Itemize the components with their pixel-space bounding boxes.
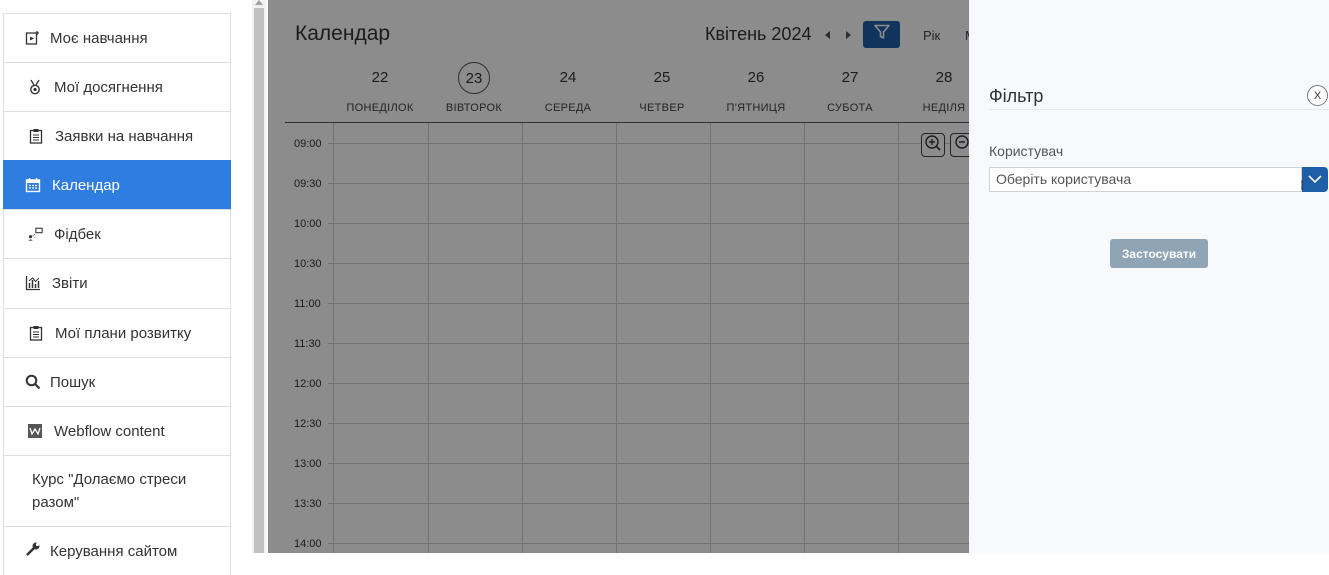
my-learning-icon bbox=[24, 29, 42, 47]
user-field-label: Користувач bbox=[989, 143, 1064, 159]
sidebar-item-training-requests[interactable]: Заявки на навчання bbox=[3, 111, 231, 160]
chevron-down-icon bbox=[1307, 171, 1323, 189]
panel-title: Фільтр bbox=[989, 86, 1044, 106]
sidebar-item-search[interactable]: Пошук bbox=[3, 357, 231, 406]
clipboard-icon bbox=[27, 127, 45, 145]
sidebar-item-achievements[interactable]: Мої досягнення bbox=[3, 62, 231, 111]
sidebar-item-course-stress[interactable]: Курс "Долаємо стреси разом" bbox=[3, 455, 231, 526]
sidebar: Моє навчання Мої досягнення Заявки на на… bbox=[0, 0, 232, 575]
webflow-icon bbox=[26, 422, 44, 440]
sidebar-item-label: Керування сайтом bbox=[50, 543, 178, 560]
filter-panel: Фільтр X Користувач Оберіть користувача … bbox=[969, 0, 1329, 553]
sidebar-item-calendar[interactable]: Календар bbox=[3, 160, 231, 209]
apply-button[interactable]: Застосувати bbox=[1110, 239, 1208, 268]
sidebar-item-webflow-content[interactable]: Webflow content bbox=[3, 406, 231, 455]
sidebar-scrollbar[interactable] bbox=[252, 0, 266, 553]
text-cursor-icon bbox=[1301, 180, 1303, 190]
sidebar-item-label: Мої досягнення bbox=[54, 78, 163, 96]
feedback-icon bbox=[26, 225, 44, 243]
user-select-dropdown-button[interactable] bbox=[1302, 167, 1328, 192]
sidebar-item-label: Курс "Долаємо стреси разом" bbox=[32, 468, 186, 514]
sidebar-item-label: Звіти bbox=[52, 274, 88, 292]
scrollbar-thumb[interactable] bbox=[254, 8, 264, 553]
sidebar-item-site-management[interactable]: Керування сайтом bbox=[3, 526, 231, 575]
sidebar-item-label: Пошук bbox=[50, 373, 96, 391]
user-select[interactable]: Оберіть користувача bbox=[989, 167, 1302, 192]
sidebar-item-label: Webflow content bbox=[54, 422, 165, 440]
modal-backdrop[interactable] bbox=[268, 0, 969, 553]
wrench-icon bbox=[24, 540, 42, 558]
sidebar-item-reports[interactable]: Звіти bbox=[3, 258, 231, 307]
sidebar-item-label: Календар bbox=[52, 176, 120, 194]
sidebar-item-label: Заявки на навчання bbox=[55, 127, 194, 145]
sidebar-item-label: Фідбек bbox=[54, 225, 101, 243]
panel-divider bbox=[989, 109, 1329, 110]
sidebar-item-feedback[interactable]: Фідбек bbox=[3, 209, 231, 258]
scroll-up-arrow-icon[interactable] bbox=[255, 0, 263, 5]
calendar-icon bbox=[24, 176, 42, 194]
sidebar-item-my-learning[interactable]: Моє навчання bbox=[3, 13, 231, 62]
reports-chart-icon bbox=[24, 274, 42, 292]
search-icon bbox=[24, 373, 42, 391]
clipboard-icon bbox=[27, 324, 45, 342]
sidebar-item-label: Моє навчання bbox=[50, 29, 148, 47]
sidebar-item-label: Мої плани розвитку bbox=[55, 324, 192, 342]
sidebar-item-development-plans[interactable]: Мої плани розвитку bbox=[3, 308, 231, 357]
sidebar-item-label-line2: разом" bbox=[32, 494, 80, 511]
medal-icon bbox=[26, 78, 44, 96]
close-button[interactable]: X bbox=[1307, 85, 1328, 106]
sidebar-item-label-line1: Курс "Долаємо стреси bbox=[32, 471, 187, 488]
